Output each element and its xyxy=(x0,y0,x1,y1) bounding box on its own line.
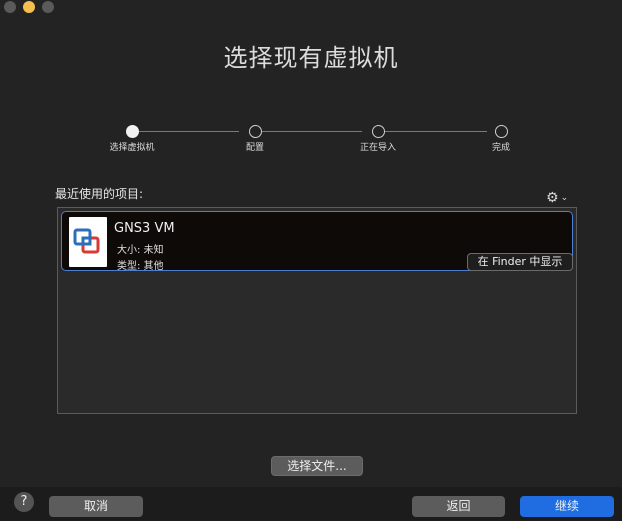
close-window-button[interactable] xyxy=(4,1,16,13)
gear-icon: ⚙ xyxy=(546,190,559,206)
window-controls xyxy=(4,1,54,13)
vm-name: GNS3 VM xyxy=(114,221,175,236)
page-title: 选择现有虚拟机 xyxy=(223,44,399,72)
step-connector xyxy=(385,131,487,132)
vm-type: 类型: 其他 xyxy=(117,261,164,272)
recent-items-label: 最近使用的项目: xyxy=(55,187,144,201)
step-label-done: 完成 xyxy=(491,143,510,153)
step-label-importing: 正在导入 xyxy=(359,143,396,153)
gear-menu-button[interactable]: ⚙ ⌄ xyxy=(546,190,568,206)
show-in-finder-button[interactable]: 在 Finder 中显示 xyxy=(467,253,573,271)
step-indicator-importing xyxy=(372,125,385,138)
vmware-logo-icon xyxy=(73,228,100,254)
help-button[interactable]: ? xyxy=(14,492,34,512)
recent-items-list[interactable]: GNS3 VM 大小: 未知 类型: 其他 在 Finder 中显示 xyxy=(57,207,577,414)
chevron-down-icon: ⌄ xyxy=(560,193,569,203)
cancel-button[interactable]: 取消 xyxy=(49,496,143,517)
minimize-window-button[interactable] xyxy=(23,1,35,13)
step-connector xyxy=(262,131,362,132)
continue-button[interactable]: 继续 xyxy=(520,496,614,517)
step-indicator-configure xyxy=(249,125,262,138)
zoom-window-button[interactable] xyxy=(42,1,54,13)
back-button[interactable]: 返回 xyxy=(412,496,505,517)
step-label-select-vm: 选择虚拟机 xyxy=(109,143,155,153)
wizard-steps: 选择虚拟机 配置 正在导入 完成 xyxy=(0,124,622,164)
choose-file-button[interactable]: 选择文件... xyxy=(271,456,363,476)
step-indicator-select-vm xyxy=(126,125,139,138)
step-connector xyxy=(139,131,239,132)
vm-file-icon xyxy=(69,217,107,267)
vm-size: 大小: 未知 xyxy=(117,245,164,256)
step-label-configure: 配置 xyxy=(245,143,264,153)
step-indicator-done xyxy=(495,125,508,138)
list-item[interactable]: GNS3 VM 大小: 未知 类型: 其他 在 Finder 中显示 xyxy=(61,211,573,272)
